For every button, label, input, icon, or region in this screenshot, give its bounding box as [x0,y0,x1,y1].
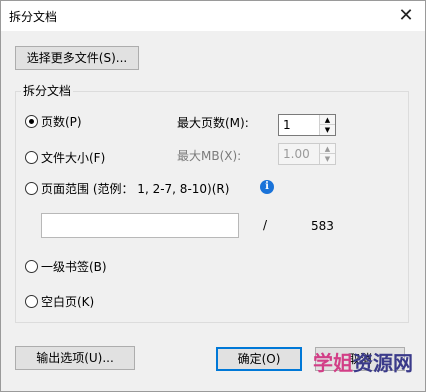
radio-pages-button[interactable] [25,115,38,128]
spin-up-icon[interactable]: ▲ [320,115,335,125]
radio-file-size[interactable]: 文件大小(F) [25,149,105,166]
radio-page-range-button[interactable] [25,182,38,195]
radio-blank-page[interactable]: 空白页(K) [25,293,94,310]
info-icon[interactable]: i [260,180,274,194]
window-title: 拆分文档 [9,10,58,24]
radio-file-size-label: 文件大小(F) [41,151,106,165]
group-label: 拆分文档 [21,82,74,99]
radio-blank-page-label: 空白页(K) [41,295,95,309]
range-separator: / [263,218,268,232]
ok-button[interactable]: 确定(O) [216,347,302,371]
radio-file-size-button[interactable] [25,151,38,164]
spin-down-icon[interactable]: ▼ [320,154,335,164]
spin-up-icon[interactable]: ▲ [320,144,335,154]
max-pages-spinner[interactable]: 1 ▲ ▼ [278,114,336,136]
page-range-input[interactable] [41,213,239,238]
close-icon[interactable]: ✕ [395,5,417,27]
spin-down-icon[interactable]: ▼ [320,125,335,135]
max-mb-value: 1.00 [283,147,310,161]
split-document-dialog: 拆分文档 ✕ 选择更多文件(S)... 拆分文档 页数(P) 最大页数(M): … [0,0,426,392]
radio-bookmarks-label: 一级书签(B) [41,260,107,274]
radio-bookmarks-button[interactable] [25,260,38,273]
max-pages-value: 1 [283,118,291,132]
max-mb-spinner[interactable]: 1.00 ▲ ▼ [278,143,336,165]
title-bar: 拆分文档 ✕ [1,1,425,31]
total-pages: 583 [311,219,334,233]
watermark-part1: 学姐 [313,351,353,375]
watermark-part2: 资源网 [353,351,413,375]
radio-bookmarks[interactable]: 一级书签(B) [25,258,107,275]
max-mb-label: 最大MB(X): [177,149,242,163]
radio-pages-label: 页数(P) [41,115,82,129]
radio-pages[interactable]: 页数(P) [25,113,82,130]
max-pages-label: 最大页数(M): [177,116,249,130]
radio-blank-page-button[interactable] [25,295,38,308]
output-options-button[interactable]: 输出选项(U)... [15,346,135,370]
watermark-logo: 学姐资源网 [313,347,413,376]
radio-page-range[interactable]: 页面范围 (范例： 1, 2-7, 8-10)(R) [25,180,229,197]
radio-page-range-label: 页面范围 (范例： 1, 2-7, 8-10)(R) [41,182,230,196]
select-more-files-button[interactable]: 选择更多文件(S)... [15,46,139,70]
